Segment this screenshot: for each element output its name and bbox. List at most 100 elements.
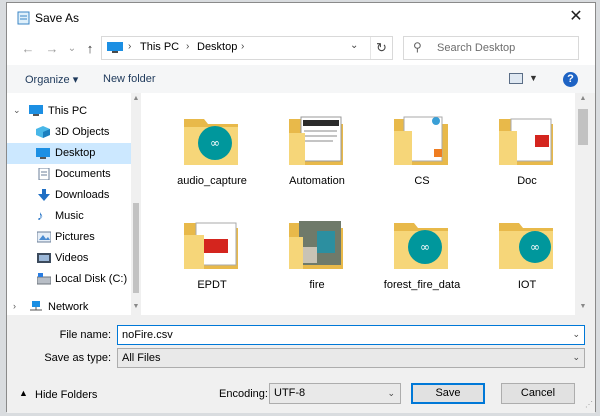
navigation-pane: ⌄ This PC 3D Objects Desktop Documents D… (7, 93, 141, 315)
chevron-down-icon[interactable]: ⌄ (572, 352, 580, 363)
sidebar-item-label: 3D Objects (55, 126, 110, 138)
pc-icon (107, 42, 123, 53)
up-button[interactable]: ↑ (81, 40, 99, 58)
pc-icon (29, 105, 43, 116)
photo-folder-icon (289, 221, 343, 269)
hide-folders-button[interactable]: Hide Folders (35, 389, 97, 401)
chevron-down-icon[interactable]: ▼ (529, 73, 538, 83)
address-bar[interactable]: › This PC › Desktop › ⌄ ↻ (101, 36, 393, 60)
folder-item[interactable]: CS (379, 99, 465, 199)
sidebar-item-videos[interactable]: Videos (7, 248, 131, 269)
scroll-down-icon[interactable]: ▼ (131, 303, 141, 310)
sidebar-item-label: Documents (55, 168, 111, 180)
videos-icon (37, 253, 51, 263)
folder-item[interactable]: ∞ forest_fire_data (379, 203, 465, 303)
file-name-field[interactable]: noFire.csv ⌄ (117, 325, 585, 345)
sidebar-item-music[interactable]: ♪ Music (7, 206, 131, 227)
save-as-dialog: Save As ✕ ← → ⌄ ↑ › This PC › Desktop › … (6, 2, 596, 413)
search-input[interactable]: ⚲ Search Desktop (403, 36, 579, 60)
title-bar: Save As ✕ (7, 3, 595, 31)
sidebar-item-label: Downloads (55, 189, 110, 201)
sidebar-item-label: Videos (55, 252, 89, 264)
breadcrumb-separator: › (128, 41, 132, 52)
forward-button[interactable]: → (43, 40, 61, 58)
sidebar-item-label: Music (55, 210, 84, 222)
cube-icon (36, 126, 50, 138)
folder-item[interactable]: Automation (274, 99, 360, 199)
encoding-select[interactable]: UTF-8 ⌄ (269, 383, 401, 404)
file-name-value: noFire.csv (122, 329, 173, 341)
save-type-value: All Files (122, 352, 161, 364)
cancel-button[interactable]: Cancel (501, 383, 575, 404)
sidebar-item-downloads[interactable]: Downloads (7, 185, 131, 206)
file-list-scrollbar[interactable]: ▲ ▼ (575, 93, 591, 315)
organize-button[interactable]: Organize ▾ (25, 73, 78, 86)
save-type-select[interactable]: All Files ⌄ (117, 348, 585, 368)
sidebar-item-pictures[interactable]: Pictures (7, 227, 131, 248)
pdf-folder-icon (184, 222, 238, 269)
resize-grip-icon[interactable]: ⋰ (585, 400, 593, 409)
sidebar-item-3d-objects[interactable]: 3D Objects (7, 122, 131, 143)
refresh-icon[interactable]: ↻ (370, 37, 392, 59)
arduino-folder-icon: ∞ (499, 223, 553, 269)
search-icon: ⚲ (413, 40, 422, 54)
sidebar-item-label: Desktop (55, 147, 96, 159)
encoding-label: Encoding: (219, 388, 268, 400)
disk-icon (37, 273, 51, 285)
sidebar-item-this-pc[interactable]: ⌄ This PC (7, 101, 131, 122)
file-name: forest_fire_data (383, 279, 461, 291)
scroll-up-icon[interactable]: ▲ (131, 95, 141, 102)
svg-text:∞: ∞ (420, 240, 430, 254)
sidebar-scrollbar[interactable]: ▲ ▼ (131, 93, 141, 315)
scroll-up-icon[interactable]: ▲ (578, 95, 588, 102)
scroll-down-icon[interactable]: ▼ (578, 303, 588, 310)
chevron-down-icon[interactable]: ⌄ (13, 105, 21, 116)
download-icon (38, 189, 50, 201)
chevron-down-icon[interactable]: ⌄ (387, 388, 395, 399)
new-folder-button[interactable]: New folder (103, 73, 156, 85)
file-name: IOT (517, 279, 537, 291)
file-name: CS (414, 175, 430, 187)
encoding-value: UTF-8 (274, 387, 306, 399)
chevron-up-icon[interactable]: ▲ (19, 388, 28, 398)
folder-item[interactable]: ∞ audio_capture (169, 99, 255, 199)
folder-item[interactable]: EPDT (169, 203, 255, 303)
breadcrumb-this-pc[interactable]: This PC (140, 41, 179, 53)
back-button[interactable]: ← (19, 40, 37, 58)
recent-locations-button[interactable]: ⌄ (63, 40, 81, 58)
sidebar-item-local-disk[interactable]: Local Disk (C:) (7, 269, 131, 290)
arduino-folder-icon: ∞ (184, 119, 238, 165)
sidebar-item-label: Local Disk (C:) (55, 273, 128, 285)
network-icon (30, 301, 42, 311)
chevron-right-icon[interactable]: › (13, 301, 16, 311)
close-button[interactable]: ✕ (563, 5, 589, 29)
window-title: Save As (35, 11, 80, 25)
chevron-down-icon[interactable]: ⌄ (350, 40, 358, 51)
file-list: ∞ audio_capture Automation CS Doc EPDT f… (141, 93, 575, 315)
docs-folder-icon (394, 116, 448, 165)
breadcrumb-separator: › (241, 41, 245, 52)
chevron-down-icon[interactable]: ⌄ (572, 329, 580, 340)
arduino-folder-icon: ∞ (394, 223, 448, 269)
sidebar-item-documents[interactable]: Documents (7, 164, 131, 185)
scroll-thumb[interactable] (133, 203, 139, 293)
breadcrumb-desktop[interactable]: Desktop (197, 41, 237, 53)
folder-item[interactable]: Doc (484, 99, 570, 199)
help-icon[interactable]: ? (563, 72, 578, 87)
sidebar-item-desktop[interactable]: Desktop (7, 143, 131, 164)
svg-text:∞: ∞ (210, 136, 220, 150)
view-options-icon[interactable] (509, 73, 523, 84)
screenshot-folder-icon (289, 116, 343, 165)
save-type-label: Save as type: (44, 352, 111, 364)
file-name: fire (309, 279, 325, 291)
scroll-thumb[interactable] (578, 109, 588, 145)
folder-item[interactable]: ∞ IOT (484, 203, 570, 303)
music-icon: ♪ (37, 208, 44, 223)
file-name: audio_capture (177, 175, 247, 187)
folder-item[interactable]: fire (274, 203, 360, 303)
save-button[interactable]: Save (411, 383, 485, 404)
pictures-icon (37, 231, 51, 243)
file-name: Automation (289, 175, 345, 187)
sidebar-item-label: Network (48, 301, 89, 313)
svg-text:∞: ∞ (530, 240, 540, 254)
